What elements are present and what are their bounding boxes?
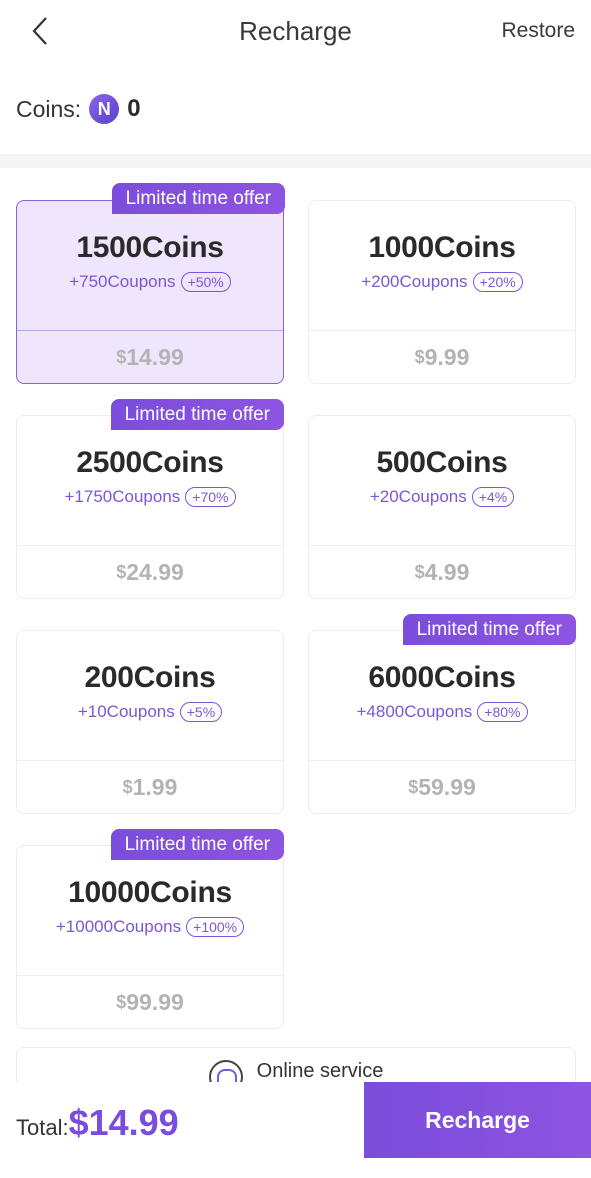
limited-offer-badge: Limited time offer	[111, 183, 285, 214]
package-info: 1000Coins +200Coupons +20%	[309, 201, 575, 331]
package-coupons: +20Coupons +4%	[309, 487, 575, 507]
package-price: $14.99	[17, 331, 283, 383]
checkout-bar: Total: $14.99 Recharge	[0, 1082, 591, 1178]
package-price: $59.99	[309, 761, 575, 813]
currency-symbol: $	[414, 346, 425, 367]
restore-button[interactable]: Restore	[501, 19, 575, 43]
price-value: 14.99	[126, 343, 184, 370]
package-coins: 1500Coins	[76, 231, 224, 264]
price-value: 9.99	[424, 343, 470, 370]
package-card[interactable]: 500Coins +20Coupons +4% $4.99	[308, 415, 576, 599]
package-coins: 500Coins	[376, 446, 508, 479]
coupon-amount: +4800Coupons	[356, 702, 473, 721]
package-info: Limited time offer 10000Coins +10000Coupon…	[17, 829, 284, 976]
package-card[interactable]: 1000Coins +200Coupons +20% $9.99	[308, 200, 576, 384]
price-value: 1.99	[132, 773, 178, 800]
price-value: 4.99	[424, 558, 470, 585]
coupon-amount: +1750Coupons	[64, 487, 181, 506]
coin-count: 0	[127, 95, 141, 122]
limited-offer-badge: Limited time offer	[110, 829, 284, 860]
package-info: Limited time offer 1500Coins +750Coupons +5…	[17, 183, 285, 331]
package-card[interactable]: Limited time offer 2500Coins +1750Coupons +…	[16, 399, 284, 599]
package-card[interactable]: Limited time offer 10000Coins +10000Coupon…	[16, 829, 284, 1029]
package-coins: 1000Coins	[368, 231, 516, 264]
currency-symbol: $	[116, 346, 127, 367]
package-coins: 6000Coins	[368, 661, 516, 694]
bonus-percent: +80%	[477, 702, 528, 722]
currency-symbol: $	[408, 776, 419, 797]
bonus-percent: +5%	[179, 702, 223, 722]
package-coupons: +200Coupons +20%	[309, 272, 575, 292]
total: Total: $14.99	[16, 1102, 179, 1144]
package-price: $24.99	[17, 546, 283, 598]
package-info: Limited time offer 6000Coins +4800Coupons +…	[309, 614, 576, 761]
coupon-amount: +20Coupons	[369, 487, 467, 506]
package-info: 200Coins +10Coupons +5%	[17, 631, 283, 761]
package-price: $99.99	[17, 976, 283, 1028]
bonus-percent: +4%	[471, 487, 515, 507]
package-coupons: +1750Coupons +70%	[17, 487, 283, 507]
package-price: $4.99	[309, 546, 575, 598]
package-coupons: +10000Coupons +100%	[17, 917, 283, 937]
limited-offer-badge: Limited time offer	[110, 399, 284, 430]
price-value: 24.99	[126, 558, 184, 585]
package-card[interactable]: 200Coins +10Coupons +5% $1.99	[16, 630, 284, 814]
package-coins: 10000Coins	[68, 876, 232, 909]
total-label: Total:	[16, 1115, 69, 1140]
bonus-percent: +20%	[472, 272, 523, 292]
limited-offer-badge: Limited time offer	[402, 614, 576, 645]
recharge-button[interactable]: Recharge	[364, 1082, 591, 1158]
coupon-amount: +10Coupons	[77, 702, 175, 721]
package-coupons: +4800Coupons +80%	[309, 702, 575, 722]
currency-symbol: $	[116, 991, 127, 1012]
currency-symbol: $	[414, 561, 425, 582]
price-value: 99.99	[126, 988, 184, 1015]
coin-balance: Coins: N 0	[16, 90, 141, 128]
currency-symbol: $	[116, 561, 127, 582]
nav-bar: Recharge Restore	[0, 0, 591, 62]
section-divider	[0, 154, 591, 168]
coin-icon: N	[89, 94, 120, 124]
package-coins: 200Coins	[84, 661, 216, 694]
package-card[interactable]: Limited time offer 6000Coins +4800Coupons +…	[308, 614, 576, 814]
total-value: $14.99	[68, 1102, 179, 1143]
package-coupons: +750Coupons +50%	[17, 272, 283, 292]
coins-label: Coins:	[16, 95, 82, 122]
package-info: Limited time offer 2500Coins +1750Coupons +…	[17, 399, 284, 546]
coupon-amount: +200Coupons	[361, 272, 468, 291]
package-coupons: +10Coupons +5%	[17, 702, 283, 722]
package-coins: 2500Coins	[76, 446, 224, 479]
package-price: $1.99	[17, 761, 283, 813]
package-price: $9.99	[309, 331, 575, 383]
price-value: 59.99	[418, 773, 476, 800]
package-info: 500Coins +20Coupons +4%	[309, 416, 575, 546]
package-card[interactable]: Limited time offer 1500Coins +750Coupons +5…	[16, 183, 285, 384]
bonus-percent: +50%	[180, 272, 231, 292]
coupon-amount: +750Coupons	[69, 272, 176, 291]
bonus-percent: +70%	[185, 487, 236, 507]
currency-symbol: $	[122, 776, 133, 797]
bonus-percent: +100%	[186, 917, 245, 937]
coupon-amount: +10000Coupons	[55, 917, 182, 936]
